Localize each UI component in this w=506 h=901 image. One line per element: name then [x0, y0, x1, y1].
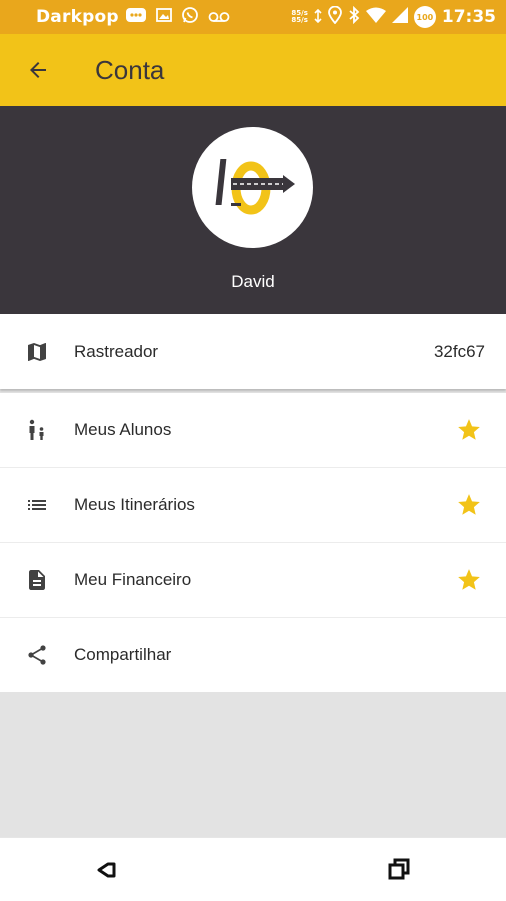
app-toolbar: Conta — [0, 34, 506, 106]
clock: 17:35 — [441, 7, 496, 27]
nav-recent-apps-icon[interactable] — [388, 858, 410, 880]
tracker-value: 32fc67 — [433, 341, 485, 361]
students-icon — [24, 417, 50, 443]
wifi-icon — [365, 7, 386, 27]
profile-name: David — [231, 272, 275, 291]
menu-item-label: Meus Itinerários — [74, 495, 195, 514]
battery-icon: 100 — [413, 6, 436, 28]
star-icon[interactable] — [456, 492, 482, 518]
carrier-name: Darkpop — [36, 7, 119, 27]
back-button[interactable] — [18, 50, 58, 90]
menu-item-students[interactable]: Meus Alunos — [0, 393, 506, 468]
network-activity-icon — [314, 8, 322, 27]
bluetooth-icon — [348, 5, 360, 28]
voicemail-icon — [208, 8, 230, 27]
arrow-back-icon — [30, 62, 46, 78]
app-logo-icon — [215, 158, 295, 214]
menu-item-financial[interactable]: Meu Financeiro — [0, 543, 506, 618]
tracker-label: Rastreador — [74, 341, 159, 361]
system-nav-bar — [0, 837, 506, 901]
chat-bubble-icon — [125, 7, 147, 27]
tracker-row[interactable]: Rastreador 32fc67 — [0, 314, 506, 389]
nav-back-icon[interactable] — [96, 860, 118, 880]
image-icon — [155, 7, 172, 27]
account-menu: Meus Alunos Meus Itinerários Meu Finance… — [0, 393, 506, 692]
list-icon — [24, 492, 50, 518]
star-icon[interactable] — [456, 417, 482, 443]
share-icon — [24, 642, 50, 668]
network-speed: 85/s 85/s — [291, 9, 308, 24]
status-bar: Darkpop 85/s 85/s 100 17:35 — [0, 0, 506, 34]
location-icon — [327, 5, 342, 28]
map-icon — [24, 339, 50, 365]
star-icon[interactable] — [456, 567, 482, 593]
menu-item-label: Meu Financeiro — [74, 570, 192, 589]
menu-item-label: Meus Alunos — [74, 420, 172, 439]
profile-header: David — [0, 106, 506, 314]
menu-item-label: Compartilhar — [74, 645, 172, 664]
page-title: Conta — [95, 54, 165, 85]
whatsapp-icon — [181, 6, 199, 28]
menu-item-share[interactable]: Compartilhar — [0, 618, 506, 692]
document-icon — [24, 567, 50, 593]
avatar[interactable] — [192, 127, 313, 248]
menu-item-itineraries[interactable]: Meus Itinerários — [0, 468, 506, 543]
signal-icon — [391, 7, 408, 27]
